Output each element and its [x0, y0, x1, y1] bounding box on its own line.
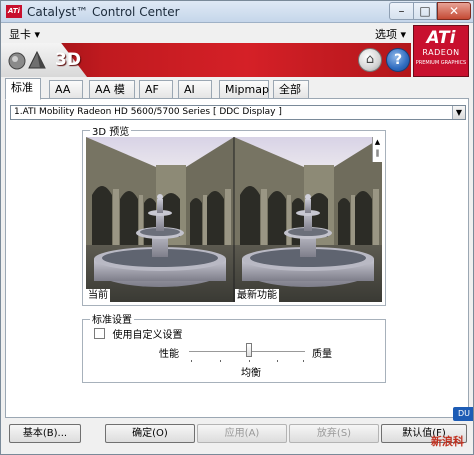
logo-tagline: PREMIUM GRAPHICS: [415, 60, 467, 66]
page-title: 3D: [55, 50, 81, 70]
settings-pane: 1.ATI Mobility Radeon HD 5600/5700 Serie…: [5, 98, 469, 418]
title-bar[interactable]: ATi Catalyst™ Control Center – □ ✕: [1, 1, 473, 23]
tab-all[interactable]: 全部: [273, 80, 309, 99]
sina-watermark: 新浪科: [431, 435, 464, 448]
preview-group-label: 3D 预览: [90, 123, 132, 138]
slider-tick: [277, 360, 278, 362]
custom-settings-checkbox[interactable]: [94, 328, 105, 339]
menu-row: 显卡 ▾ 选项 ▾: [1, 23, 473, 43]
tab-standard[interactable]: 标准: [5, 78, 41, 100]
standard-settings-label: 标准设置: [90, 311, 134, 326]
home-icon[interactable]: ⌂: [358, 48, 382, 72]
maximize-button[interactable]: □: [413, 2, 437, 20]
3d-shapes-icon: [8, 50, 46, 70]
tab-af[interactable]: AF: [139, 80, 173, 99]
ok-button[interactable]: 确定(O): [105, 424, 195, 443]
catalyst-window: ATi Catalyst™ Control Center – □ ✕ 显卡 ▾ …: [0, 0, 474, 455]
close-button[interactable]: ✕: [437, 2, 471, 20]
discard-button[interactable]: 放弃(S): [289, 424, 379, 443]
logo-product: RADEON: [422, 48, 460, 57]
dropdown-arrow-icon[interactable]: ▼: [452, 106, 465, 119]
graphics-menu[interactable]: 显卡 ▾: [9, 26, 40, 42]
logo-brand: ATi: [426, 28, 456, 48]
slider-tick: [249, 360, 250, 362]
tab-ai[interactable]: AI: [178, 80, 212, 99]
courtyard-fountain-scene: [86, 137, 382, 302]
latest-features-label: 最新功能: [235, 289, 279, 302]
page-header: 3D ⌂ ?: [1, 43, 411, 77]
ati-radeon-logo: ATi RADEON PREMIUM GRAPHICS: [413, 25, 469, 77]
options-menu[interactable]: 选项 ▾: [375, 26, 406, 42]
device-select-value: 1.ATI Mobility Radeon HD 5600/5700 Serie…: [14, 107, 282, 117]
tab-aa[interactable]: AA: [49, 80, 83, 99]
preview-scroll-icon[interactable]: ▲ ‖: [372, 137, 382, 162]
apply-button[interactable]: 应用(A): [197, 424, 287, 443]
tab-aa-mode[interactable]: AA 模式: [89, 80, 135, 113]
slider-tick: [303, 360, 304, 362]
minimize-button[interactable]: –: [389, 2, 413, 20]
du-overlay-tag: DU: [453, 407, 473, 421]
tab-mipmap[interactable]: Mipmap: [219, 80, 269, 99]
help-icon[interactable]: ?: [386, 48, 410, 72]
device-select[interactable]: 1.ATI Mobility Radeon HD 5600/5700 Serie…: [10, 105, 466, 120]
custom-settings-label[interactable]: 使用自定义设置: [113, 330, 183, 341]
current-preview-label: 当前: [86, 289, 110, 302]
slider-tick: [191, 360, 192, 362]
slider-performance-label: 性能: [159, 349, 179, 360]
ati-app-icon: ATi: [6, 5, 22, 18]
slider-tick: [220, 360, 221, 362]
window-title: Catalyst™ Control Center: [27, 5, 180, 19]
slider-quality-label: 质量: [312, 349, 332, 360]
basic-button[interactable]: 基本(B)...: [9, 424, 81, 443]
quality-slider-thumb[interactable]: [246, 343, 252, 357]
custom-settings-row[interactable]: 使用自定义设置: [94, 326, 183, 341]
3d-preview-image: 当前 最新功能 ▲ ‖: [86, 137, 382, 302]
slider-balanced-label: 均衡: [241, 368, 261, 379]
